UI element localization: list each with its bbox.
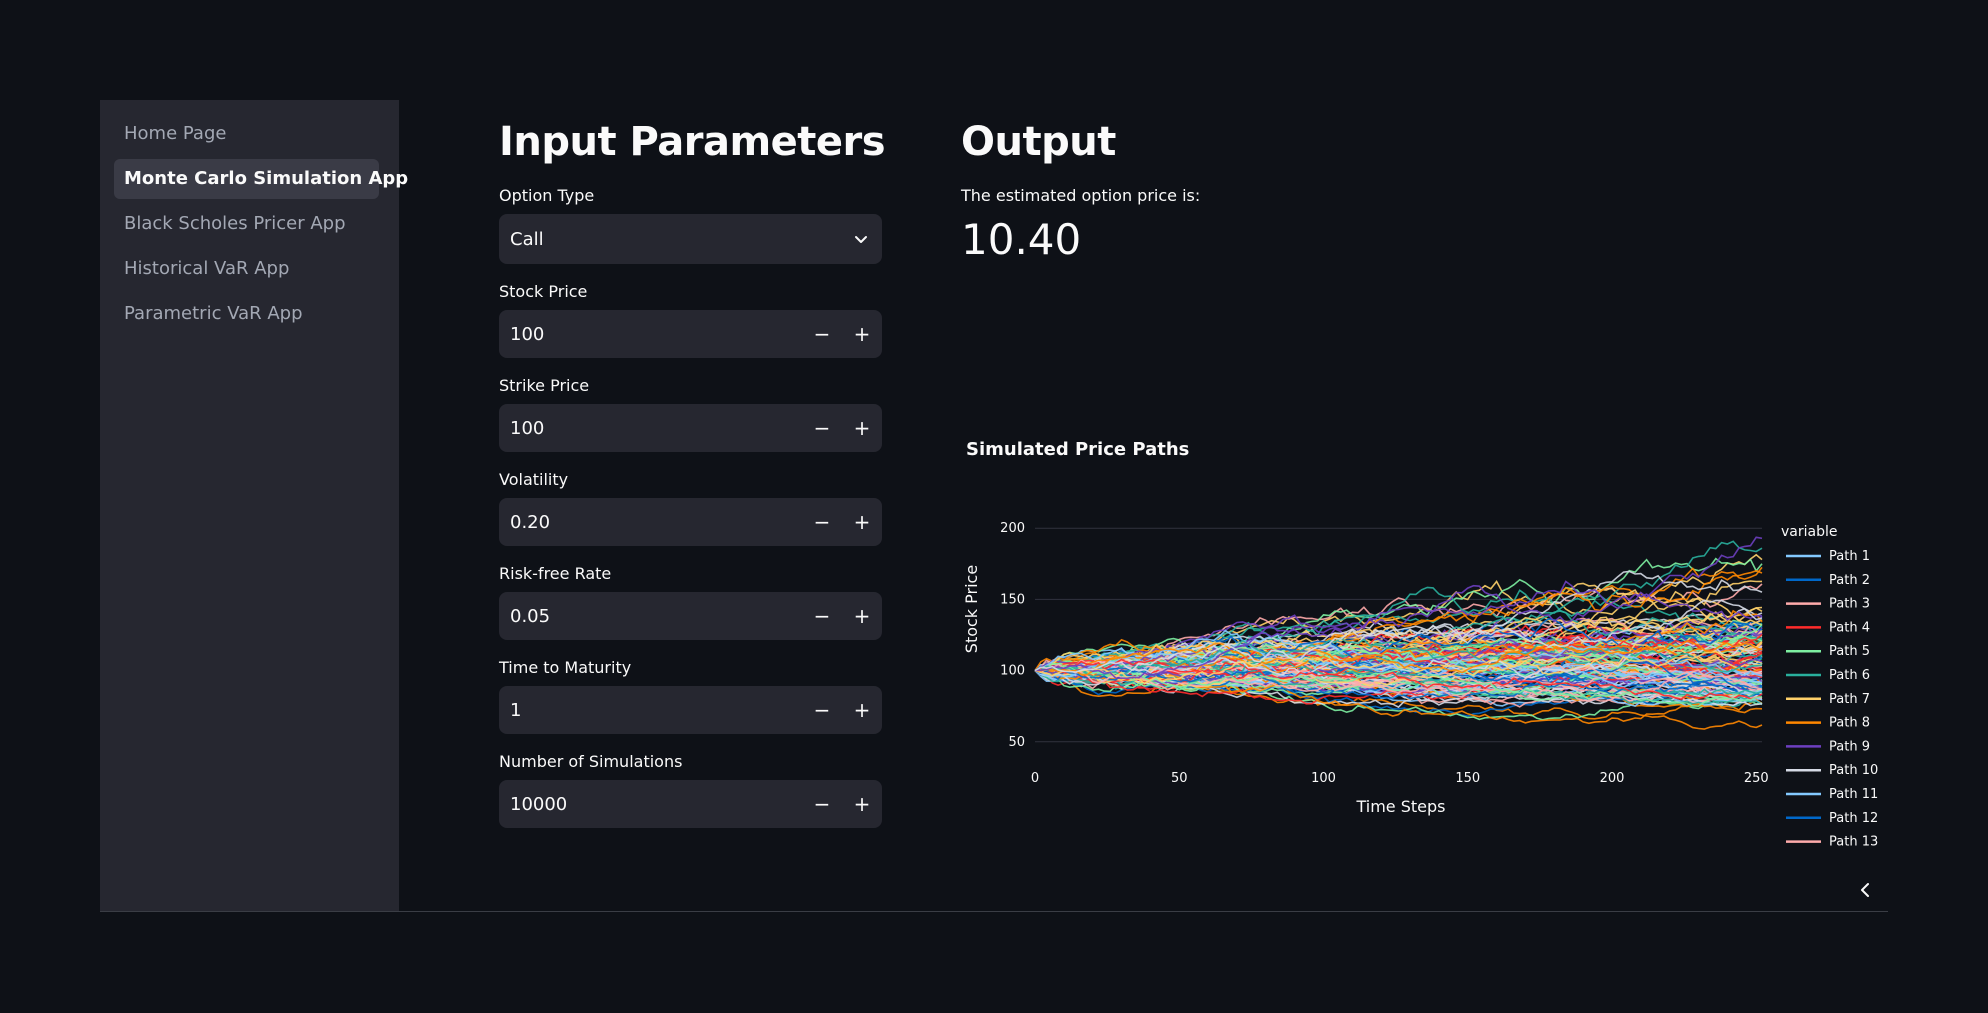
option-type-select[interactable]: Call	[499, 214, 882, 264]
volatility-decrement-button[interactable]: −	[802, 498, 842, 546]
stock-price-input[interactable]: 100 − +	[499, 310, 882, 358]
sidebar-item-monte-carlo[interactable]: Monte Carlo Simulation App	[114, 159, 408, 199]
y-axis-ticks: 50 100 150 200	[1000, 521, 1025, 750]
chart-title: Simulated Price Paths	[966, 439, 1189, 460]
app-frame: Home Page Monte Carlo Simulation App Bla…	[100, 100, 1888, 912]
chevron-left-icon[interactable]	[1853, 877, 1879, 903]
y-tick-label: 100	[1000, 664, 1025, 679]
num-simulations-value[interactable]: 10000	[499, 794, 802, 815]
legend-entry[interactable]: Path 4	[1829, 620, 1870, 635]
time-to-maturity-increment-button[interactable]: +	[842, 686, 882, 734]
stock-price-decrement-button[interactable]: −	[802, 310, 842, 358]
y-tick-label: 150	[1000, 592, 1025, 607]
sidebar-item-home-page[interactable]: Home Page	[114, 114, 379, 154]
chart-path-lines	[1034, 536, 1763, 730]
strike-price-decrement-button[interactable]: −	[802, 404, 842, 452]
chart-svg: Simulated Price Paths 50 100 150 200 0 50 100…	[962, 439, 1878, 850]
legend-entry[interactable]: Path 1	[1829, 549, 1870, 564]
x-tick-label: 50	[1171, 771, 1188, 786]
risk-free-rate-value[interactable]: 0.05	[499, 606, 802, 627]
legend-entry[interactable]: Path 12	[1829, 811, 1878, 826]
output-section: Output The estimated option price is: 10…	[961, 100, 1888, 850]
volatility-value[interactable]: 0.20	[499, 512, 802, 533]
x-tick-label: 150	[1455, 771, 1480, 786]
risk-free-rate-decrement-button[interactable]: −	[802, 592, 842, 640]
x-tick-label: 100	[1311, 771, 1336, 786]
y-axis-label: Stock Price	[962, 565, 981, 653]
num-simulations-increment-button[interactable]: +	[842, 780, 882, 828]
option-price-value: 10.40	[961, 215, 1082, 264]
legend-entry[interactable]: Path 7	[1829, 692, 1870, 707]
time-to-maturity-label: Time to Maturity	[499, 658, 632, 677]
legend-entry[interactable]: Path 8	[1829, 716, 1870, 731]
input-parameters-section: Input Parameters Option Type Call Stock …	[499, 100, 886, 828]
legend-entry[interactable]: Path 9	[1829, 739, 1870, 754]
x-axis-ticks: 0 50 100 150 200 250	[1031, 771, 1769, 786]
price-paths-chart[interactable]: Simulated Price Paths 50 100 150 200 0 50 100…	[961, 322, 1888, 922]
legend-entry[interactable]: Path 10	[1829, 763, 1878, 778]
strike-price-input[interactable]: 100 − +	[499, 404, 882, 452]
output-description: The estimated option price is:	[961, 186, 1201, 205]
strike-price-increment-button[interactable]: +	[842, 404, 882, 452]
volatility-increment-button[interactable]: +	[842, 498, 882, 546]
y-tick-label: 50	[1008, 735, 1025, 750]
risk-free-rate-label: Risk-free Rate	[499, 564, 612, 583]
risk-free-rate-input[interactable]: 0.05 − +	[499, 592, 882, 640]
x-tick-label: 0	[1031, 771, 1039, 786]
sidebar-item-parametric-var[interactable]: Parametric VaR App	[114, 294, 379, 334]
x-axis-label: Time Steps	[1355, 797, 1445, 816]
time-to-maturity-decrement-button[interactable]: −	[802, 686, 842, 734]
strike-price-value[interactable]: 100	[499, 418, 802, 439]
legend-entry[interactable]: Path 3	[1829, 597, 1870, 612]
num-simulations-decrement-button[interactable]: −	[802, 780, 842, 828]
legend-entry[interactable]: Path 6	[1829, 668, 1870, 683]
stock-price-value[interactable]: 100	[499, 324, 802, 345]
option-type-label: Option Type	[499, 186, 595, 205]
legend-entry[interactable]: Path 2	[1829, 573, 1870, 588]
num-simulations-label: Number of Simulations	[499, 752, 683, 771]
stock-price-increment-button[interactable]: +	[842, 310, 882, 358]
legend-title: variable	[1781, 524, 1837, 540]
legend-entry[interactable]: Path 11	[1829, 787, 1878, 802]
chevron-down-icon	[854, 232, 868, 246]
time-to-maturity-input[interactable]: 1 − +	[499, 686, 882, 734]
time-to-maturity-value[interactable]: 1	[499, 700, 802, 721]
volatility-label: Volatility	[499, 470, 569, 489]
chart-legend: Path 1 Path 2 Path 3 Path 4 Path 5 Path 6 Path…	[1786, 549, 1878, 850]
legend-entry[interactable]: Path 5	[1829, 644, 1870, 659]
num-simulations-input[interactable]: 10000 − +	[499, 780, 882, 828]
x-tick-label: 250	[1744, 771, 1769, 786]
risk-free-rate-increment-button[interactable]: +	[842, 592, 882, 640]
sidebar: Home Page Monte Carlo Simulation App Bla…	[100, 100, 408, 911]
sidebar-item-black-scholes[interactable]: Black Scholes Pricer App	[114, 204, 379, 244]
y-tick-label: 200	[1000, 521, 1025, 536]
sidebar-item-historical-var[interactable]: Historical VaR App	[114, 249, 379, 289]
strike-price-label: Strike Price	[499, 376, 590, 395]
legend-entry[interactable]: Path 13	[1829, 835, 1878, 850]
output-title: Output	[961, 119, 1116, 165]
volatility-input[interactable]: 0.20 − +	[499, 498, 882, 546]
option-type-value: Call	[510, 228, 544, 250]
input-parameters-title: Input Parameters	[499, 119, 886, 165]
x-tick-label: 200	[1600, 771, 1625, 786]
stock-price-label: Stock Price	[499, 282, 588, 301]
